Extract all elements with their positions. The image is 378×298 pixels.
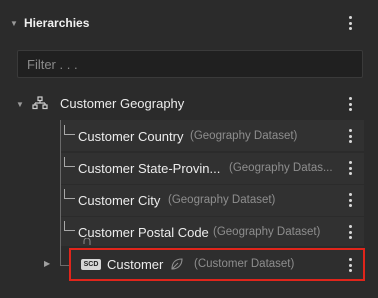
leaf-icon xyxy=(171,258,183,270)
list-item[interactable]: Customer Country (Geography Dataset) xyxy=(61,120,364,151)
dataset-name: (Customer Dataset) xyxy=(194,258,295,270)
collapse-caret-icon[interactable]: ▼ xyxy=(10,19,18,28)
hierarchy-root-label[interactable]: Customer Geography xyxy=(60,96,184,111)
dataset-name: (Geography Dataset) xyxy=(213,226,321,238)
filter-input[interactable]: Filter . . . xyxy=(17,50,363,78)
child-elbow-icon xyxy=(64,221,75,231)
dataset-name: (Geography Datas... xyxy=(229,162,333,174)
root-more-icon[interactable] xyxy=(348,97,352,111)
scd-badge: SCD xyxy=(81,259,101,270)
item-more-icon[interactable] xyxy=(348,193,352,207)
tree-connector xyxy=(60,265,69,266)
child-elbow-icon xyxy=(64,125,75,135)
level-name: Customer Postal Code xyxy=(78,225,209,240)
tree-connector xyxy=(60,246,61,266)
header-more-icon[interactable] xyxy=(348,16,352,30)
list-item[interactable]: Customer Postal Code (Geography Dataset) xyxy=(61,217,364,246)
panel-title: Hierarchies xyxy=(24,16,90,30)
dataset-name: (Geography Dataset) xyxy=(168,194,276,206)
dimension-label: Customer xyxy=(107,257,164,272)
hierarchy-icon xyxy=(32,96,48,110)
item-more-icon[interactable] xyxy=(348,225,352,239)
child-elbow-icon xyxy=(64,189,75,199)
item-more-icon[interactable] xyxy=(348,129,352,143)
list-item[interactable]: Customer City (Geography Dataset) xyxy=(61,185,364,216)
item-more-icon[interactable] xyxy=(348,161,352,175)
expand-caret-icon[interactable]: ▼ xyxy=(16,100,24,109)
level-name: Customer City xyxy=(78,193,161,208)
child-elbow-icon xyxy=(64,157,75,167)
expand-right-icon[interactable]: ▶ xyxy=(44,259,50,268)
level-name: Customer Country xyxy=(78,129,184,144)
list-item[interactable]: Customer State-Provin... (Geography Data… xyxy=(61,153,364,184)
level-name: Customer State-Provin... xyxy=(78,161,221,176)
dataset-name: (Geography Dataset) xyxy=(190,130,298,142)
selected-more-icon[interactable] xyxy=(348,258,352,272)
